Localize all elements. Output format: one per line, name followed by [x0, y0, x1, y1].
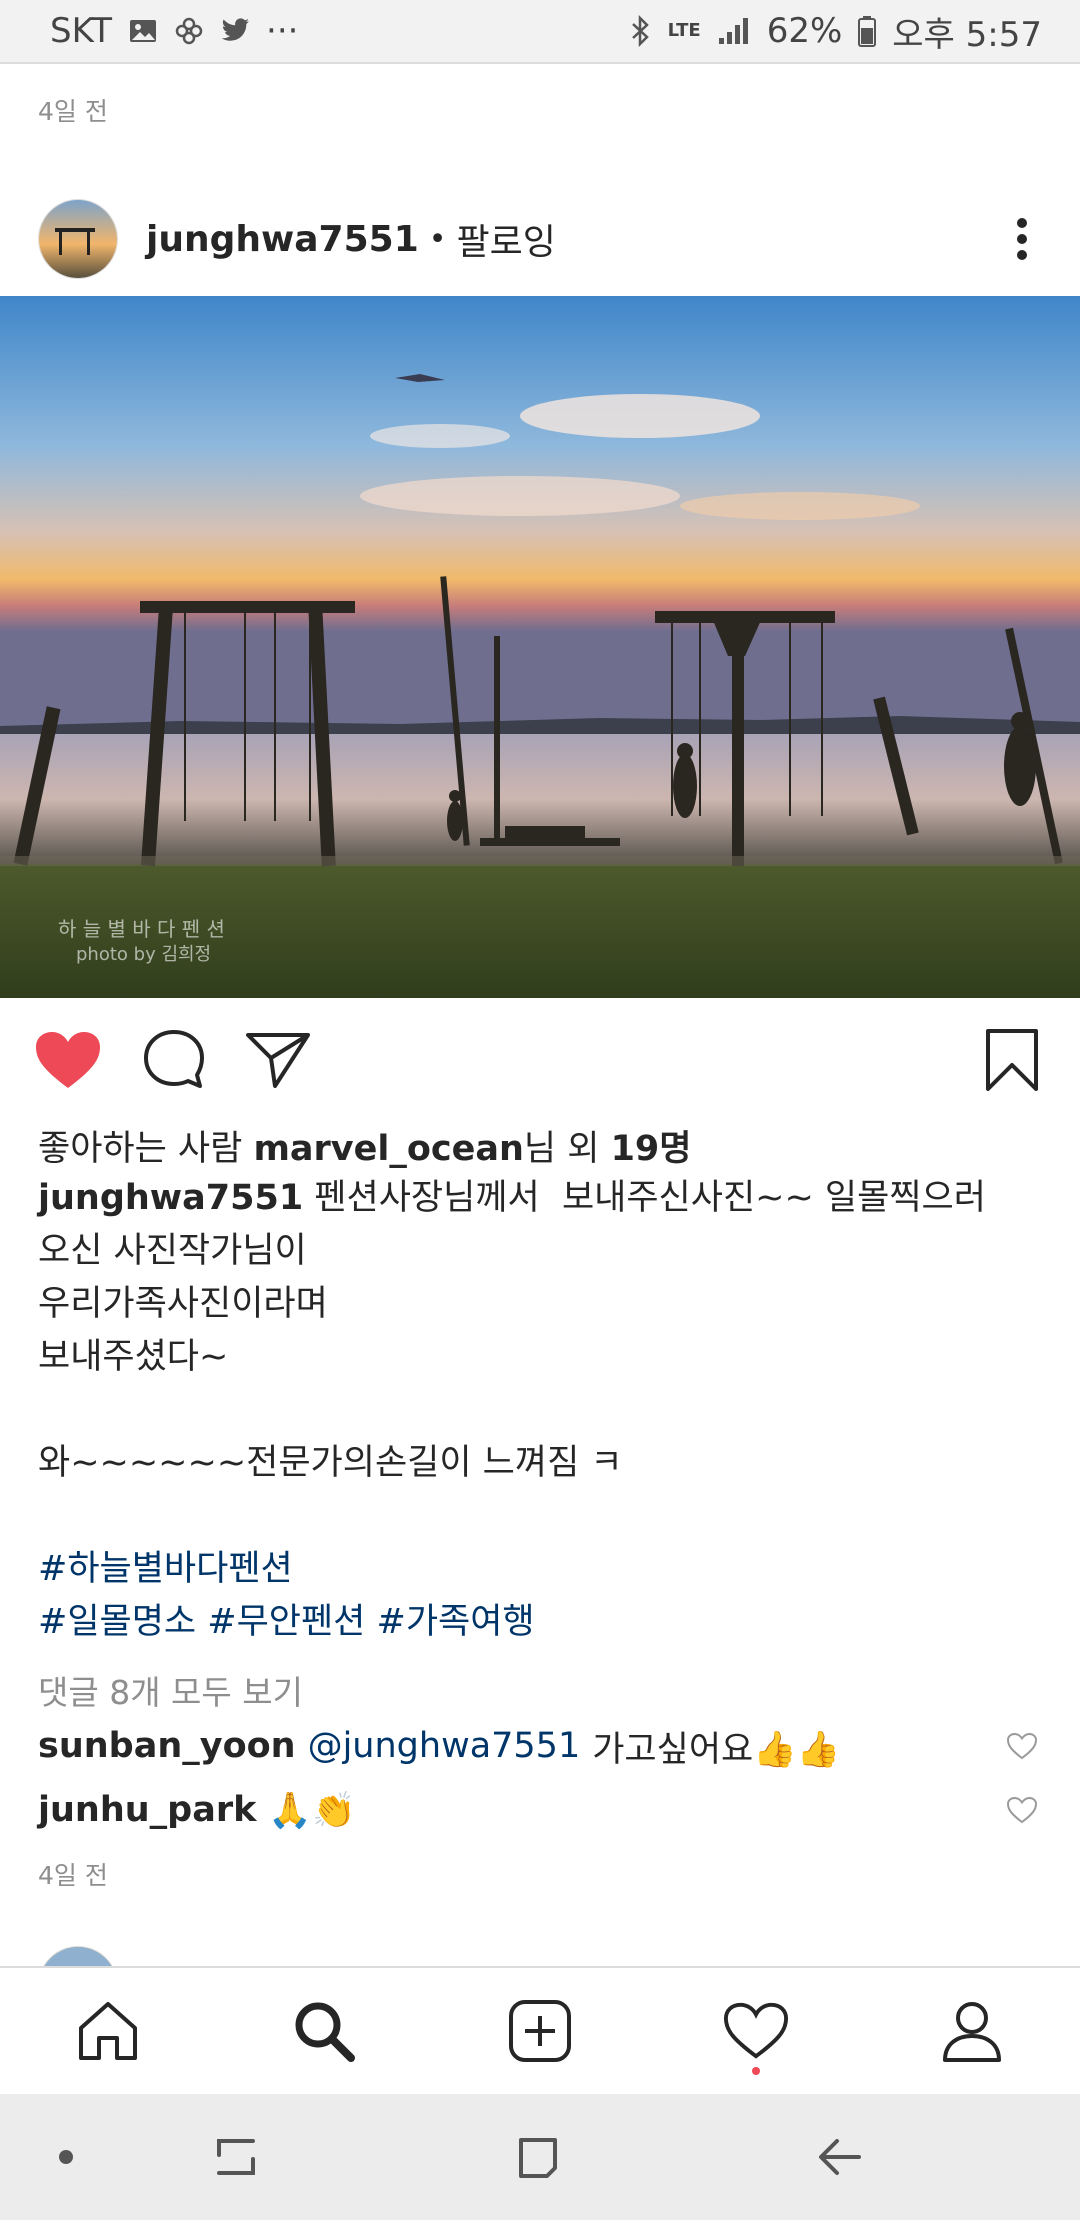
search-icon: [295, 2002, 355, 2062]
feed[interactable]: 4일 전 junghwa7551 • 팔로잉 하 늘 별 바 다 펜 션 pho…: [0, 64, 1080, 1966]
previous-post-time: 4일 전: [38, 97, 108, 126]
signal-icon: [717, 16, 751, 46]
likes-middle: 님 외: [523, 1129, 611, 1169]
system-navigation-bar: [0, 2094, 1080, 2220]
more-options-button[interactable]: [1002, 209, 1042, 269]
battery-icon: [858, 15, 877, 47]
caption-line-3: 우리가족사진이라며: [38, 1284, 328, 1324]
paper-plane-icon: [246, 1033, 310, 1088]
post-caption: junghwa7551 펜션사장님께서 보내주신사진~~ 일몰찍으러 오신 사진…: [38, 1172, 1048, 1649]
watermark-line1: 하 늘 별 바 다 펜 션: [58, 917, 225, 941]
nav-profile[interactable]: [922, 1981, 1022, 2081]
likes-count[interactable]: 19명: [611, 1129, 692, 1169]
heart-outline-icon: [1006, 1796, 1038, 1824]
battery-percent: 62%: [766, 11, 843, 51]
carrier-label: SKT: [50, 11, 113, 51]
comment-item: sunban_yoon @junghwa7551 가고싶어요👍👍: [38, 1716, 1042, 1776]
view-all-comments-link[interactable]: 댓글 8개 모두 보기: [38, 1666, 303, 1714]
dot-icon: [59, 2150, 73, 2164]
nav-activity[interactable]: [706, 1981, 806, 2081]
bottom-navigation: [0, 1966, 1080, 2094]
comment-like-button[interactable]: [1002, 1726, 1042, 1766]
save-button[interactable]: [976, 1024, 1048, 1096]
caption-line-6: 와~~~~~~전문가의손길이 느껴짐 ㅋ: [38, 1443, 623, 1483]
recents-icon: [217, 2139, 255, 2175]
avatar[interactable]: [38, 199, 118, 279]
network-type: LTE: [667, 20, 701, 41]
caption-line-4: 보내주셨다~: [38, 1337, 229, 1377]
home-square-icon: [519, 2138, 557, 2178]
heart-icon: [723, 2002, 789, 2059]
like-button[interactable]: [32, 1024, 104, 1096]
photo-watermark: 하 늘 별 바 다 펜 션 photo by 김희정: [58, 916, 225, 968]
post-username[interactable]: junghwa7551: [146, 219, 419, 260]
next-post-avatar[interactable]: [38, 1946, 118, 1966]
share-button[interactable]: [242, 1024, 314, 1096]
profile-icon: [943, 2002, 1001, 2062]
comment-username[interactable]: junhu_park: [38, 1790, 256, 1830]
more-status-icons: ···: [266, 11, 299, 51]
nav-new-post[interactable]: [490, 1981, 590, 2081]
liker-username[interactable]: marvel_ocean: [253, 1129, 523, 1169]
add-post-icon: [509, 2000, 571, 2062]
nav-search[interactable]: [274, 1981, 374, 2081]
back-button[interactable]: [780, 2094, 900, 2220]
watermark-line2: photo by 김희정: [76, 944, 212, 965]
hashtag-line-1[interactable]: #하늘별바다펜션: [38, 1543, 1048, 1596]
comment-like-button[interactable]: [1002, 1790, 1042, 1830]
clock: 오후 5:57: [892, 14, 1042, 55]
more-vertical-icon: [1017, 218, 1027, 260]
nav-home[interactable]: [58, 1981, 158, 2081]
home-icon: [79, 2002, 137, 2060]
hashtag-line-2[interactable]: #일몰명소 #무안펜션 #가족여행: [38, 1596, 1048, 1649]
comment-item: junhu_park 🙏👏: [38, 1780, 1042, 1840]
comment-button[interactable]: [138, 1024, 210, 1096]
comment-username[interactable]: sunban_yoon: [38, 1726, 296, 1766]
back-arrow-icon: [819, 2139, 861, 2175]
home-system-button[interactable]: [478, 2094, 598, 2220]
bookmark-icon: [986, 1029, 1038, 1091]
notification-dot: [752, 2067, 760, 2075]
comment-text: 🙏👏: [268, 1790, 356, 1831]
separator-dot: •: [428, 221, 447, 257]
heart-outline-icon: [1006, 1732, 1038, 1760]
assistant-dot-button[interactable]: [6, 2094, 126, 2220]
post-actions: [0, 1024, 1080, 1104]
comment-mention[interactable]: @junghwa7551: [308, 1726, 581, 1766]
post-header: junghwa7551 • 팔로잉: [0, 184, 1080, 294]
status-bar: SKT ··· LTE 62% 오후 5:57: [0, 0, 1080, 64]
likes-prefix: 좋아하는 사람: [38, 1129, 254, 1169]
image-icon: [128, 16, 158, 46]
post-photo[interactable]: 하 늘 별 바 다 펜 션 photo by 김희정: [0, 296, 1080, 998]
comment-bubble-icon: [144, 1030, 204, 1088]
heart-filled-icon: [36, 1032, 100, 1088]
pinwheel-icon: [174, 16, 204, 46]
comment-text: 가고싶어요👍👍: [592, 1729, 841, 1770]
following-label[interactable]: 팔로잉: [456, 213, 555, 265]
caption-line-2: 오신 사진작가님이: [38, 1231, 307, 1271]
bluetooth-icon: [630, 15, 652, 47]
caption-username[interactable]: junghwa7551: [38, 1178, 303, 1218]
twitter-icon: [220, 18, 250, 44]
caption-line-1: 펜션사장님께서 보내주신사진~~ 일몰찍으러: [303, 1178, 986, 1218]
recent-apps-button[interactable]: [176, 2094, 296, 2220]
likes-summary[interactable]: 좋아하는 사람 marvel_ocean님 외 19명: [38, 1120, 691, 1171]
post-time: 4일 전: [38, 1861, 108, 1890]
